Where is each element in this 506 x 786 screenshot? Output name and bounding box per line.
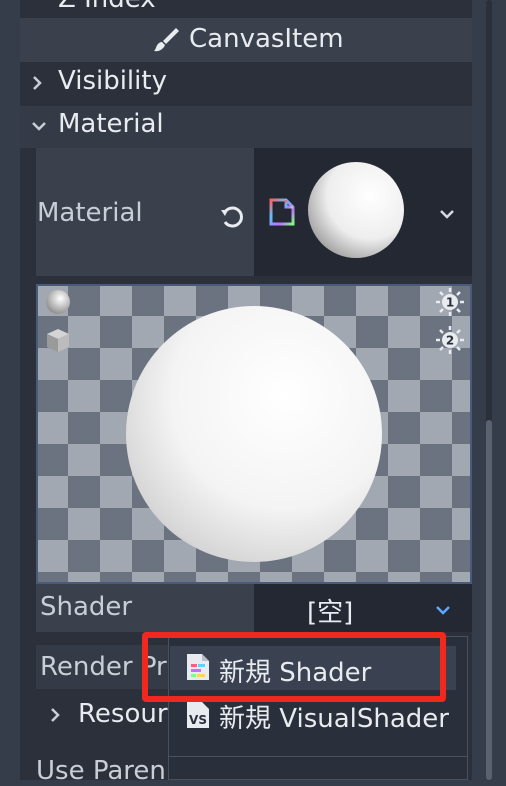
light2-toggle-icon[interactable]: 2 <box>434 324 466 356</box>
preview-border <box>36 284 472 584</box>
resource-section[interactable]: Resour <box>78 699 168 729</box>
chevron-down-icon[interactable] <box>26 114 52 138</box>
material-section-label: Material <box>58 109 164 139</box>
shader-value-label: [空] <box>307 598 354 628</box>
svg-text:1: 1 <box>446 296 454 310</box>
sphere-preview-icon[interactable] <box>44 288 72 316</box>
light1-toggle-icon[interactable]: 1 <box>434 286 466 318</box>
shader-dropdown-chevron-icon[interactable] <box>430 598 456 622</box>
box-preview-icon[interactable] <box>44 326 72 354</box>
material-property-label: Material <box>37 198 143 228</box>
shader-property-label: Shader <box>40 592 133 622</box>
annotation-highlight-box <box>142 632 446 702</box>
menu-separator <box>168 756 468 757</box>
scrollbar-thumb[interactable] <box>486 420 492 780</box>
material-thumbnail-sphere[interactable] <box>306 160 406 260</box>
use-parent-label: Use Paren <box>36 756 166 786</box>
material-dropdown-chevron-icon[interactable] <box>434 202 460 226</box>
material-resource-icon <box>266 196 298 228</box>
canvas-item-label: CanvasItem <box>189 24 344 54</box>
brush-icon <box>150 24 182 56</box>
menu-item-new-visual-shader[interactable]: 新規 VisualShader <box>219 698 449 735</box>
chevron-right-icon[interactable] <box>28 70 48 96</box>
reset-icon[interactable] <box>216 200 248 232</box>
svg-text:2: 2 <box>446 334 454 348</box>
visibility-section[interactable]: Visibility <box>58 66 167 96</box>
z-index-label: Z Index <box>58 0 156 14</box>
svg-text:VS: VS <box>189 713 207 727</box>
resource-chevron-right-icon[interactable] <box>46 702 66 728</box>
visual-shader-icon: VS <box>184 700 212 730</box>
